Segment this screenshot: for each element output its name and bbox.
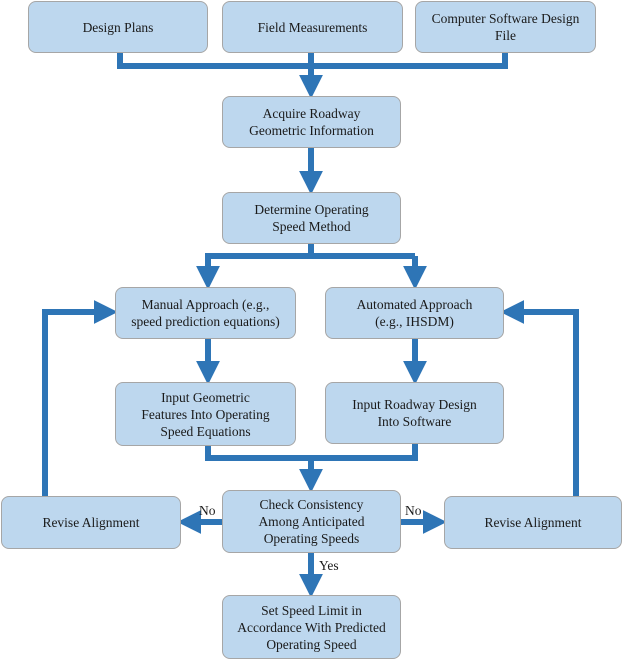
- node-label: Check Consistency Among Anticipated Oper…: [258, 497, 365, 546]
- node-software-file: Computer Software Design File: [415, 1, 596, 53]
- node-input-roadway: Input Roadway Design Into Software: [325, 382, 504, 444]
- node-label: Input Roadway Design Into Software: [352, 397, 477, 429]
- node-acquire-info: Acquire Roadway Geometric Information: [222, 96, 401, 148]
- edge-label-no-left: No: [199, 503, 216, 518]
- node-label: Design Plans: [82, 19, 154, 35]
- node-revise-left: Revise Alignment: [1, 496, 181, 549]
- node-check-consistency: Check Consistency Among Anticipated Oper…: [222, 490, 401, 553]
- node-label: Determine Operating Speed Method: [254, 202, 369, 234]
- node-revise-right: Revise Alignment: [444, 496, 622, 549]
- node-label: Field Measurements: [257, 19, 368, 35]
- edge-label-no-right: No: [405, 503, 422, 518]
- loop-revise-left-up: [42, 309, 100, 496]
- node-set-speed-limit: Set Speed Limit in Accordance With Predi…: [222, 595, 401, 659]
- node-label: Manual Approach (e.g., speed prediction …: [131, 297, 280, 329]
- node-label: Input Geometric Features Into Operating …: [141, 389, 270, 439]
- loop-revise-right-up: [520, 309, 579, 496]
- node-label: Set Speed Limit in Accordance With Predi…: [237, 602, 386, 652]
- node-manual-approach: Manual Approach (e.g., speed prediction …: [115, 287, 296, 339]
- edge-label-yes: Yes: [319, 558, 339, 573]
- node-design-plans: Design Plans: [28, 1, 208, 53]
- node-label: Acquire Roadway Geometric Information: [249, 106, 374, 138]
- node-label: Automated Approach (e.g., IHSDM): [356, 297, 473, 329]
- node-label: Revise Alignment: [484, 515, 582, 530]
- node-label: Revise Alignment: [42, 515, 140, 530]
- node-field-measurements: Field Measurements: [222, 1, 403, 53]
- node-input-geometric: Input Geometric Features Into Operating …: [115, 382, 296, 446]
- flowchart: Design Plans Field Measurements Computer…: [0, 0, 623, 662]
- node-automated-approach: Automated Approach (e.g., IHSDM): [325, 287, 504, 339]
- node-determine-method: Determine Operating Speed Method: [222, 192, 401, 244]
- node-label: Computer Software Design File: [431, 11, 580, 43]
